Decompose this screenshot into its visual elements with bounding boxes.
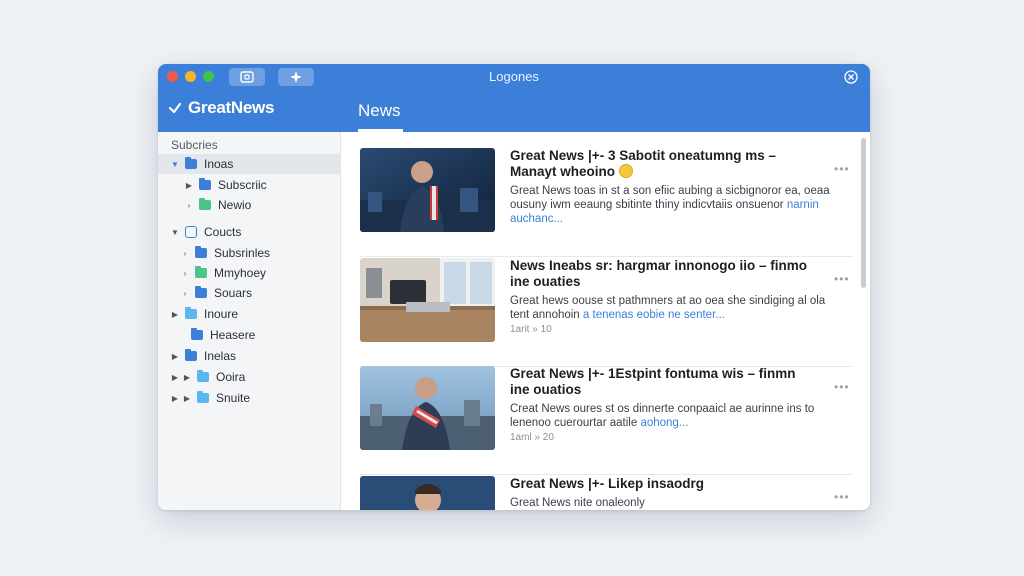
disclosure-right-icon[interactable]: ▶	[171, 352, 179, 361]
sidebar-item[interactable]: › Subsrinles	[158, 243, 340, 263]
disclosure-right-icon[interactable]: ›	[181, 289, 189, 298]
zoom-window-button[interactable]	[203, 71, 214, 82]
group-icon	[185, 226, 197, 238]
app-header: GreatNews News	[158, 90, 870, 132]
sidebar-item-label: Snuite	[216, 391, 251, 405]
disclosure-down-icon[interactable]: ▼	[171, 160, 179, 169]
disclosure-right-icon[interactable]: ›	[185, 201, 193, 210]
close-icon	[844, 70, 858, 84]
disclosure-right-icon[interactable]: ▶	[183, 394, 191, 403]
more-options-icon[interactable]: •••	[834, 380, 850, 394]
unread-badge-icon	[619, 164, 634, 178]
article-title[interactable]: Great News |+- 1Estpint fontuma wis – fi…	[510, 366, 810, 398]
article-excerpt: Creat News oures st os dinnerte conpaaic…	[510, 403, 815, 429]
sidebar-item-label: Subscriic	[218, 178, 267, 192]
folder-icon	[185, 157, 197, 169]
disclosure-right-icon[interactable]: ▶	[171, 394, 179, 403]
article-excerpt-link[interactable]: aohong...	[640, 417, 688, 429]
brand-name: GreatNews	[188, 98, 275, 117]
folder-icon	[195, 266, 207, 278]
tab-news[interactable]: News	[358, 90, 403, 132]
sidebar-item-label: Inoure	[204, 307, 239, 321]
article-item[interactable]: Great News |+- Likep insaodrg Great News…	[360, 476, 853, 510]
sidebar-item-label: Inoas	[204, 157, 234, 171]
sidebar-item[interactable]: ▼ Coucts	[158, 222, 340, 242]
folder-icon	[197, 370, 209, 382]
disclosure-right-icon[interactable]: ▶	[171, 310, 179, 319]
folder-icon	[197, 391, 209, 403]
sidebar-item[interactable]: › Mmyhoey	[158, 263, 340, 283]
article-title[interactable]: Great News |+- 3 Sabotit oneatumng ms – …	[510, 148, 810, 180]
sidebar-item[interactable]: › Newio	[158, 195, 340, 215]
sidebar-item[interactable]: ▶ Subscriic	[158, 175, 340, 195]
sidebar-item[interactable]: ▶ Inelas	[158, 346, 340, 366]
sidebar-item-label: Subsrinles	[214, 246, 271, 260]
folder-icon	[195, 246, 207, 258]
article-thumbnail[interactable]	[360, 148, 495, 232]
more-options-icon[interactable]: •••	[834, 272, 850, 286]
sidebar-item-label: Inelas	[204, 349, 237, 363]
sidebar-toggle-button[interactable]	[229, 68, 265, 86]
sidebar-item-label: Heasere	[210, 328, 256, 342]
sidebar-item-label: Coucts	[204, 225, 242, 239]
minimize-window-button[interactable]	[185, 71, 196, 82]
sidebar-item-label: Newio	[218, 198, 252, 212]
article-thumbnail[interactable]	[360, 476, 495, 510]
checkmark-logo-icon	[168, 102, 182, 114]
sidebar: Subcries ▼ Inoas ▶ Subscriic › Newio ▼ C…	[158, 132, 341, 510]
sidebar-item[interactable]: ▶ ▶ Snuite	[158, 388, 340, 408]
disclosure-right-icon[interactable]: ›	[181, 269, 189, 278]
tab-news-label: News	[358, 101, 401, 120]
article-meta: 1arit » 10	[510, 324, 552, 335]
article-title[interactable]: Great News |+- Likep insaodrg	[510, 476, 810, 492]
sidebar-item[interactable]: › Souars	[158, 283, 340, 303]
article-excerpt: Great News toas in st a son efiic aubing…	[510, 185, 830, 225]
article-title[interactable]: News Ineabs sr: hargmar innonogo iio – f…	[510, 258, 810, 290]
sidebar-item[interactable]: Heasere	[158, 325, 340, 345]
scrollbar-thumb[interactable]	[861, 138, 866, 288]
sidebar-item-label: Souars	[214, 286, 253, 300]
folder-icon	[195, 286, 207, 298]
disclosure-right-icon[interactable]: ▶	[171, 373, 179, 382]
more-options-icon[interactable]: •••	[834, 162, 850, 176]
close-button[interactable]	[842, 68, 860, 86]
close-window-button[interactable]	[167, 71, 178, 82]
sidebar-item[interactable]: ▼ Inoas	[158, 154, 340, 174]
article-item[interactable]: Great News |+- 1Estpint fontuma wis – fi…	[360, 366, 853, 475]
article-excerpt: Great hews oouse st pathmners at ao oea …	[510, 295, 826, 321]
sidebar-item-label: Ooira	[216, 370, 246, 384]
article-item[interactable]: Great News |+- 3 Sabotit oneatumng ms – …	[360, 148, 853, 257]
folder-icon	[199, 198, 211, 210]
disclosure-right-icon[interactable]: ▶	[185, 181, 193, 190]
article-meta: 1aml » 20	[510, 432, 554, 443]
folder-icon	[185, 349, 197, 361]
disclosure-right-icon[interactable]: ▶	[183, 373, 191, 382]
article-item[interactable]: News Ineabs sr: hargmar innonogo iio – f…	[360, 258, 853, 367]
app-window: Logones GreatNews News Subcries ▼ Inoas	[158, 64, 870, 510]
more-options-icon[interactable]: •••	[834, 490, 850, 504]
window-icon	[240, 71, 254, 83]
folder-icon	[185, 307, 197, 319]
article-thumbnail[interactable]	[360, 366, 495, 450]
article-excerpt: Great News nite onaleonly	[510, 497, 645, 509]
article-thumbnail[interactable]	[360, 258, 495, 342]
disclosure-down-icon[interactable]: ▼	[171, 228, 179, 237]
title-bar: Logones	[158, 64, 870, 90]
compose-button[interactable]	[278, 68, 314, 86]
compose-icon	[290, 71, 302, 83]
brand: GreatNews	[168, 98, 274, 118]
article-excerpt-link[interactable]: a tenenas eobie ne senter...	[583, 309, 725, 321]
article-list: Great News |+- 3 Sabotit oneatumng ms – …	[341, 132, 870, 510]
sidebar-item-label: Mmyhoey	[214, 266, 267, 280]
sidebar-item[interactable]: ▶ Inoure	[158, 304, 340, 324]
sidebar-item[interactable]: ▶ ▶ Ooira	[158, 367, 340, 387]
sidebar-heading: Subcries	[171, 138, 218, 152]
folder-icon	[191, 328, 203, 340]
folder-icon	[199, 178, 211, 190]
disclosure-right-icon[interactable]: ›	[181, 249, 189, 258]
